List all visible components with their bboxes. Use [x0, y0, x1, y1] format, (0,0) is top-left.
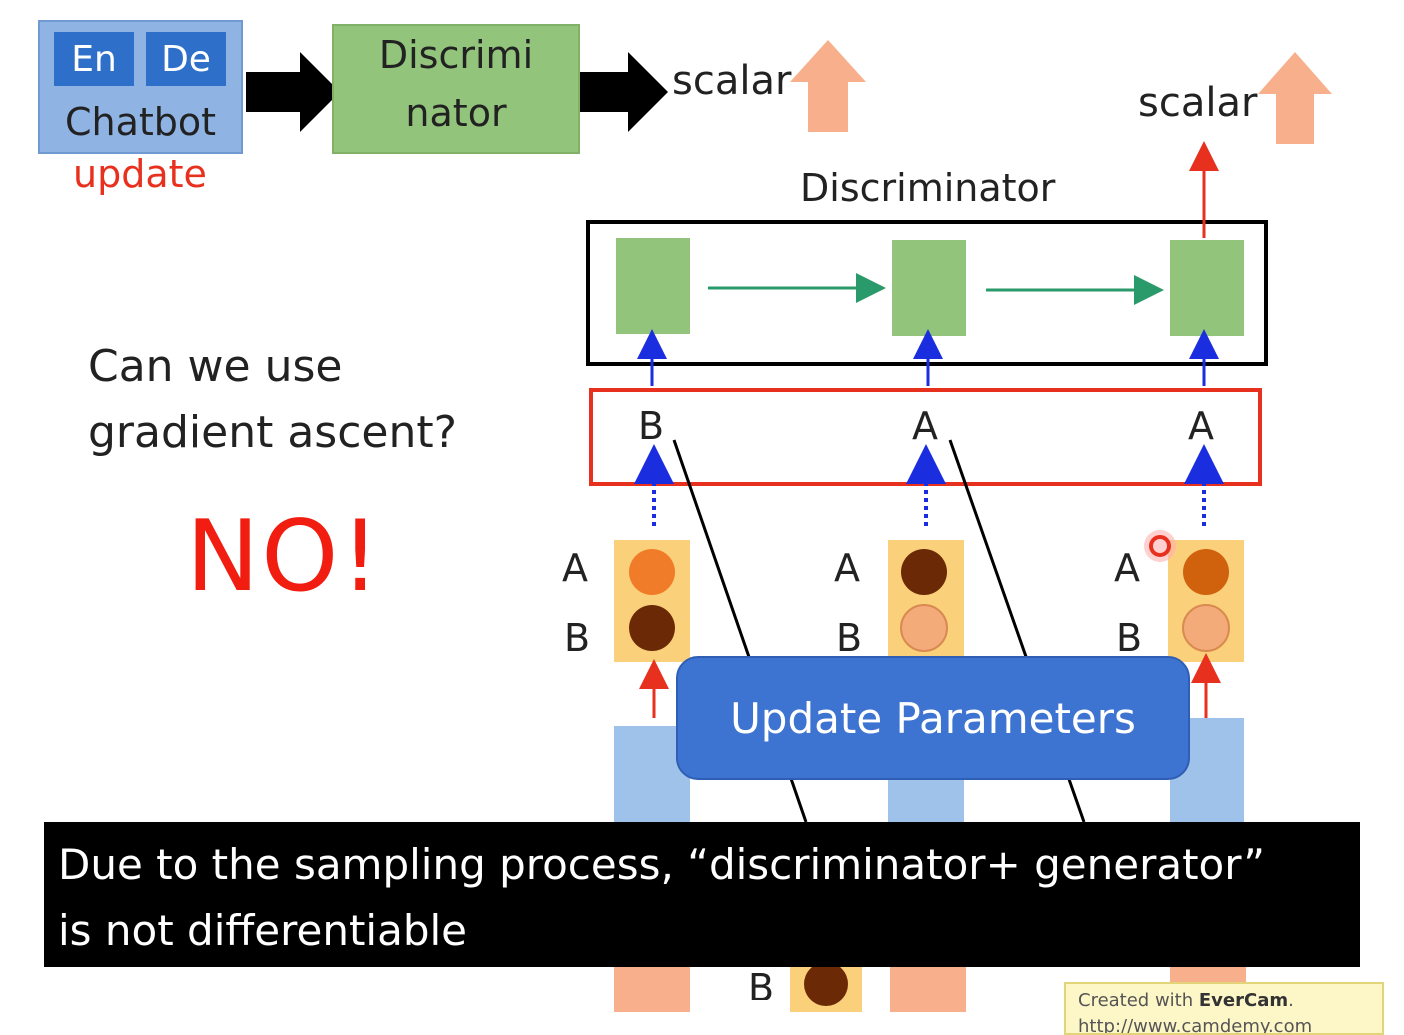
hidden-token-label: B	[748, 966, 775, 1000]
arrow-chatbot-to-discriminator	[246, 52, 340, 132]
dist-label-2-bottom: B	[836, 616, 863, 660]
scalar-up-arrow-right	[1258, 52, 1332, 144]
caption-line-1: Due to the sampling process, “discrimina…	[58, 840, 1266, 889]
update-label: update	[73, 152, 207, 196]
sampled-token-2: A	[912, 404, 938, 448]
arrow-discriminator-to-scalar	[576, 52, 668, 132]
chatbot-label: Chatbot	[64, 100, 217, 144]
prob-circle-2a	[901, 549, 947, 595]
dist-label-1-top: A	[562, 546, 588, 590]
update-parameters-button[interactable]: Update Parameters	[676, 656, 1190, 780]
prob-circle-1b	[629, 605, 675, 651]
prob-circle-2b	[900, 604, 948, 652]
watermark-suffix: .	[1288, 990, 1294, 1011]
discriminator-line-2: nator	[405, 91, 507, 135]
dist-label-3-bottom: B	[1116, 616, 1143, 660]
discriminator-block: Discrimi nator	[332, 24, 580, 154]
scalar-up-arrow-left	[790, 40, 866, 132]
cursor-indicator	[1144, 530, 1176, 562]
prob-circle-1a	[629, 549, 675, 595]
bottom-circle	[804, 962, 848, 1006]
answer-no: NO!	[186, 500, 382, 614]
chatbot-block: En De Chatbot	[38, 20, 243, 154]
caption-line-2: is not differentiable	[58, 906, 467, 955]
prob-circle-3a	[1183, 549, 1229, 595]
question-line-1: Can we use	[88, 341, 343, 392]
bottom-block-1	[614, 966, 690, 1012]
watermark-prefix: Created with	[1078, 990, 1199, 1011]
question-line-2: gradient ascent?	[88, 407, 457, 458]
rnn-cell-1	[616, 238, 690, 334]
question-text: Can we use gradient ascent?	[88, 334, 457, 466]
watermark-brand: EverCam	[1198, 990, 1289, 1011]
bottom-block-3	[890, 966, 966, 1012]
sampled-token-1: B	[638, 404, 665, 448]
dist-label-1-bottom: B	[564, 616, 591, 660]
evercam-watermark: Created with EverCam. http://www.camdemy…	[1064, 982, 1384, 1035]
subtitle-caption: Due to the sampling process, “discrimina…	[44, 822, 1360, 967]
prob-circle-3b	[1182, 604, 1230, 652]
sampled-token-3: A	[1188, 404, 1214, 448]
discriminator-line-1: Discrimi	[378, 33, 534, 77]
token-en: En	[54, 32, 134, 86]
token-de: De	[146, 32, 226, 86]
scalar-label-right: scalar	[1138, 80, 1258, 126]
watermark-url[interactable]: http://www.camdemy.com	[1078, 1014, 1370, 1033]
dist-label-2-top: A	[834, 546, 860, 590]
dist-label-3-top: A	[1114, 546, 1140, 590]
rnn-cell-2	[892, 240, 966, 336]
rnn-cell-3	[1170, 240, 1244, 336]
scalar-label-left: scalar	[672, 58, 792, 104]
discriminator-title: Discriminator	[800, 166, 1056, 210]
